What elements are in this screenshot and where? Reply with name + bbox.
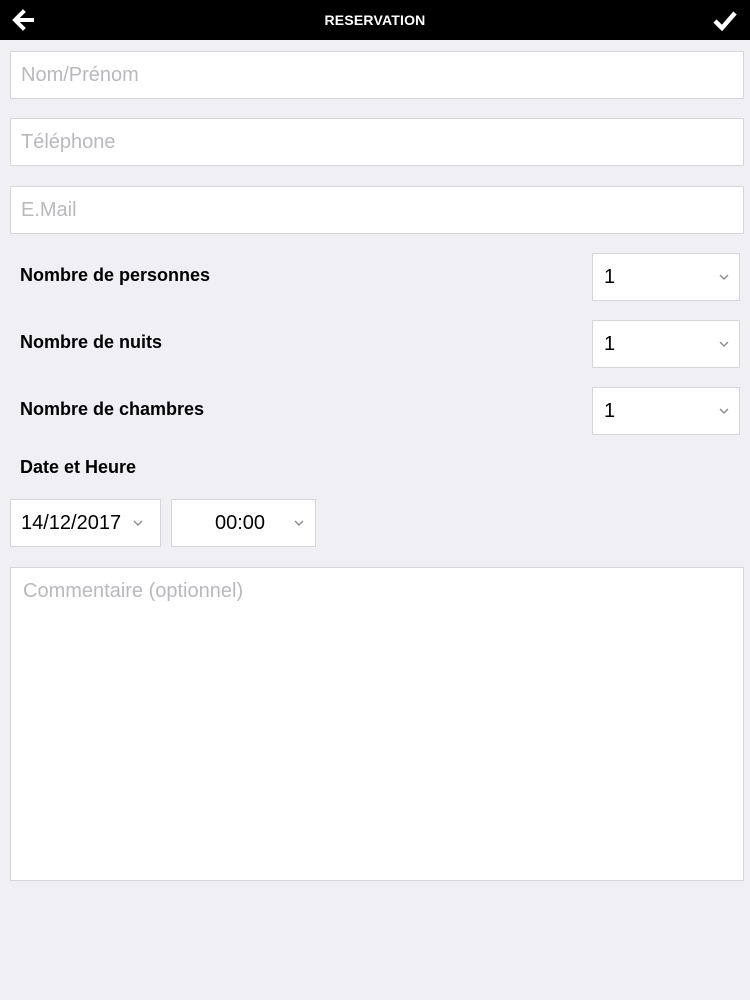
chevron-down-icon <box>719 341 729 348</box>
nights-value: 1 <box>604 333 616 355</box>
phone-input[interactable] <box>11 119 743 165</box>
time-picker[interactable]: 00:00 <box>171 499 316 547</box>
comment-field-container <box>10 567 744 881</box>
time-value: 00:00 <box>215 512 266 534</box>
persons-select[interactable]: 1 <box>592 253 740 301</box>
chevron-down-icon <box>294 520 304 527</box>
checkmark-icon[interactable] <box>712 8 738 32</box>
chevron-down-icon <box>719 274 729 281</box>
date-picker[interactable]: 14/12/2017 <box>10 499 161 547</box>
rooms-select[interactable]: 1 <box>592 387 740 435</box>
rooms-value: 1 <box>604 400 616 422</box>
phone-field-container <box>10 118 744 166</box>
top-navigation-bar: RESERVATION <box>0 0 750 40</box>
chevron-down-icon <box>719 408 729 415</box>
comment-textarea[interactable] <box>11 568 743 880</box>
email-input[interactable] <box>11 187 743 233</box>
date-value: 14/12/2017 <box>21 512 122 534</box>
rooms-label: Nombre de chambres <box>20 399 205 419</box>
chevron-down-icon <box>133 520 143 527</box>
nights-label: Nombre de nuits <box>20 332 163 352</box>
page-title: RESERVATION <box>324 12 426 28</box>
persons-label: Nombre de personnes <box>20 265 211 285</box>
name-field-container <box>10 51 744 99</box>
datetime-label: Date et Heure <box>20 457 137 477</box>
persons-value: 1 <box>604 266 616 288</box>
name-input[interactable] <box>11 52 743 98</box>
email-field-container <box>10 186 744 234</box>
nights-select[interactable]: 1 <box>592 320 740 368</box>
